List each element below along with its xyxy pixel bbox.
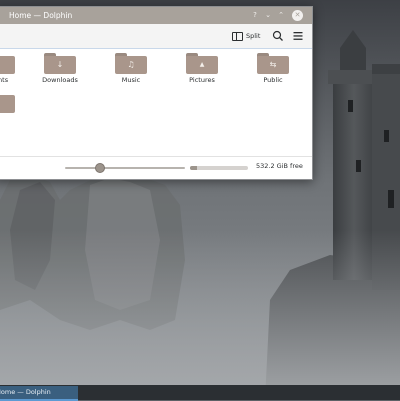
disk-space-bar [190, 166, 248, 170]
task-dolphin[interactable]: Home — Dolphin [0, 386, 78, 401]
zoom-slider[interactable] [65, 163, 185, 173]
music-note-icon: ♫ [115, 53, 147, 74]
folder-view[interactable]: nents ↓ Downloads ♫ Music ▲ Pictures [0, 49, 312, 157]
search-icon[interactable] [271, 29, 285, 43]
split-view-icon [232, 31, 243, 41]
folder-other[interactable] [0, 92, 23, 130]
maximize-button[interactable]: ⌃ [275, 7, 287, 24]
folder-label: Public [263, 76, 283, 84]
folder-icon [0, 53, 15, 74]
folder-label: Music [121, 76, 141, 84]
folder-public[interactable]: ⇆ Public [249, 53, 297, 91]
folder-music[interactable]: ♫ Music [107, 53, 155, 91]
toolbar: Split [0, 24, 312, 49]
minimize-button[interactable]: ⌄ [262, 7, 274, 24]
file-manager-window: Home — Dolphin ? ⌄ ⌃ ✕ Split nents [0, 6, 313, 180]
hamburger-menu-icon[interactable] [291, 29, 305, 43]
status-bar: 532.2 GiB free [0, 156, 312, 179]
share-icon: ⇆ [257, 53, 289, 74]
split-view-button[interactable]: Split [232, 29, 260, 43]
folder-label: Downloads [42, 76, 78, 84]
folder-pictures[interactable]: ▲ Pictures [178, 53, 226, 91]
download-icon: ↓ [44, 53, 76, 74]
folder-label: nents [0, 76, 9, 84]
folder-icon [0, 92, 15, 113]
split-label: Split [246, 32, 261, 40]
taskbar: Home — Dolphin [0, 385, 400, 401]
help-button[interactable]: ? [249, 7, 261, 24]
close-button[interactable]: ✕ [292, 10, 303, 21]
disk-space-fill [190, 166, 197, 170]
window-titlebar[interactable]: Home — Dolphin ? ⌄ ⌃ ✕ [0, 7, 312, 24]
folder-documents[interactable]: nents [0, 53, 23, 91]
task-label: Home — Dolphin [0, 388, 51, 396]
free-space-label: 532.2 GiB free [256, 162, 303, 170]
zoom-slider-handle[interactable] [94, 163, 105, 173]
folder-downloads[interactable]: ↓ Downloads [36, 53, 84, 91]
image-icon: ▲ [186, 53, 218, 74]
folder-label: Pictures [189, 76, 215, 84]
window-title: Home — Dolphin [9, 11, 73, 20]
